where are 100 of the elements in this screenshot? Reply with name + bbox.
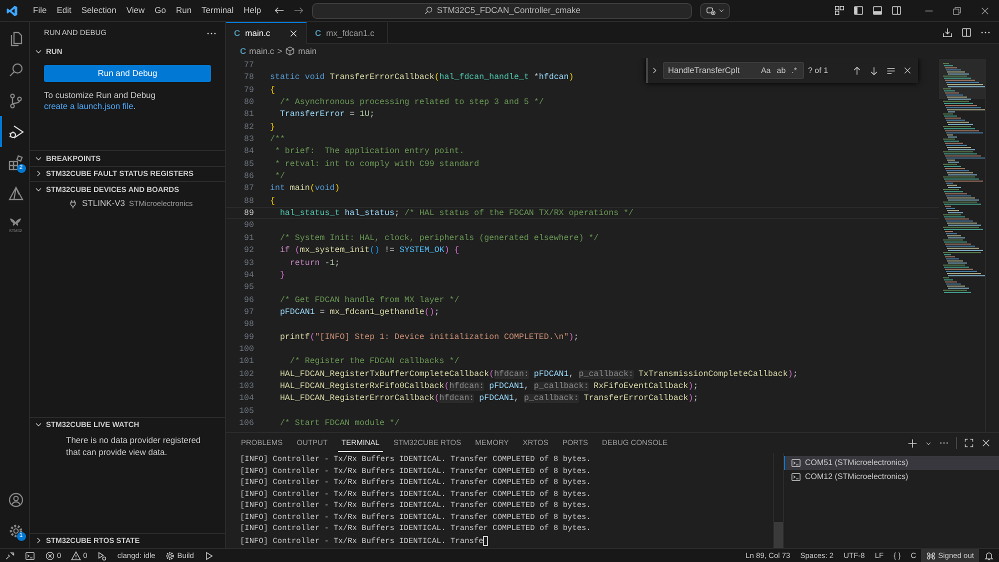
toggle-secondary-sidebar-icon[interactable] [891,5,902,16]
back-arrow-icon[interactable] [274,5,286,16]
find-in-selection-icon[interactable] [886,66,896,76]
code-line: /** [270,134,285,144]
plus-icon[interactable] [907,438,918,448]
accounts-icon[interactable] [926,550,936,560]
terminal-item[interactable]: COM12 (STMicroelectronics) [784,470,999,484]
source-control-icon[interactable] [8,92,24,108]
code-line: HAL_FDCAN_RegisterTxBufferCompleteCallback(hfdcan: pFDCAN1, p_callback: TxTransmissionCompleteCallback); [278,368,798,379]
error-icon[interactable] [45,550,55,560]
layout-icon[interactable] [834,5,845,16]
app-logo-icon [6,4,18,16]
match-count: ? of 1 [808,64,830,76]
download-icon[interactable] [942,27,953,38]
code-line: HAL_FDCAN_RegisterErrorCallback(hfdcan: pFDCAN1, p_callback: TransferErrorCallback); [278,393,698,404]
line-number: 96 [243,294,254,305]
c-file-icon: C [240,44,246,58]
close-icon[interactable] [903,66,912,75]
line-number: 84 [243,146,254,157]
editor-tab[interactable]: C mx_fdcan1.c [307,22,388,43]
toggle-sidebar-icon[interactable] [853,5,864,16]
extensions-icon[interactable] [8,154,24,170]
plug-icon [68,198,78,209]
c-file-icon: C [234,27,240,40]
menu-item[interactable]: Terminal [196,4,239,17]
pyramid-icon[interactable] [8,186,24,202]
find-option-toggle[interactable]: Aa [758,64,774,78]
breadcrumb-item[interactable]: main [298,44,317,58]
line-number: 105 [238,406,254,416]
line-number: 88 [243,196,254,206]
toggle-panel-icon[interactable] [872,5,883,16]
line-number: 81 [243,109,254,120]
find-option-toggle[interactable]: ab [774,64,789,78]
line-number: 87 [243,183,254,194]
line-number: 97 [243,306,254,318]
menu-item[interactable]: Edit [52,4,76,17]
menu-item[interactable]: Selection [76,4,122,17]
remote-icon[interactable] [5,550,15,560]
settings-icon[interactable] [8,522,24,538]
scrollbar-thumb[interactable] [774,522,783,548]
line-number: 90 [243,220,254,231]
editor-tab[interactable]: C main.c [226,22,307,44]
line-number: 99 [243,332,254,342]
play-icon[interactable] [204,550,214,560]
line-number: 85 [243,158,254,170]
search-icon[interactable] [8,62,24,78]
code-line: if (mx_system_init() != SYSTEM_OK) { [278,245,460,256]
close-icon[interactable] [981,438,991,448]
line-number: 86 [243,171,254,182]
terminal-item[interactable]: COM51 (STMicroelectronics) [784,456,999,470]
run-debug-icon[interactable] [8,124,24,140]
c-file-icon: C [315,26,322,40]
code-line: /* Start FDCAN module */ [278,418,400,428]
menu-item[interactable]: View [121,4,150,17]
command-center[interactable]: STM32C5_FDCAN_Controller_cmake [312,2,692,18]
previous-match-icon[interactable] [852,66,862,76]
close-icon[interactable] [980,6,990,16]
code-line: { [270,84,275,96]
account-icon[interactable] [8,492,24,508]
device-name[interactable]: STLINK-V3 [82,197,125,210]
debug-run-icon[interactable] [97,550,108,560]
breadcrumb-item[interactable]: main.c [249,44,274,58]
empty-message: There is no data provider registered that can provide view data. [65,434,202,458]
line-number: 104 [238,393,254,404]
chat-menu-button[interactable] [700,2,730,18]
menu-item[interactable]: File [28,4,52,17]
terminal-icon[interactable] [25,550,35,560]
cube-icon [285,46,296,56]
line-number: 100 [238,344,254,354]
terminal-icon [791,472,801,482]
restore-icon[interactable] [952,6,962,16]
warning-icon[interactable] [71,550,82,560]
code-line: /* Asynchronous processing related to step 3 and 5 */ [278,97,544,108]
launch-json-link[interactable]: create a launch.json file [44,101,134,111]
forward-arrow-icon[interactable] [293,5,304,16]
code-line: } [270,122,275,132]
code-line: hal_status_t hal_status; /* HAL status of the FDCAN TX/RX operations */ [278,208,634,218]
bell-icon[interactable] [984,550,994,560]
code-line: return -1; [288,258,340,268]
gear-icon[interactable] [165,550,176,560]
maximize-icon[interactable] [964,438,974,448]
code-line: * retval: int to comply with C99 standard [274,158,480,170]
line-number: 78 [243,72,254,83]
find-option-toggle[interactable]: .* [788,64,800,78]
next-match-icon[interactable] [869,66,879,76]
line-number: 101 [238,356,254,367]
menu-item[interactable]: Run [170,4,197,17]
line-number: 83 [243,134,254,144]
run-and-debug-button[interactable]: Run and Debug [44,64,211,82]
line-number: 95 [243,282,254,293]
line-number: 91 [243,232,254,244]
chevron-down-icon[interactable] [925,440,932,446]
menu-item[interactable]: Go [150,4,171,17]
split-editor-icon[interactable] [961,27,972,38]
terminal-icon [791,458,801,468]
butterfly-logo-icon[interactable] [9,216,22,229]
find-field[interactable]: HandleTransferCplt Aa ab .* [663,62,804,79]
line-number: 94 [243,270,254,280]
menu-item[interactable]: Help [238,4,266,17]
expand-replace-icon[interactable] [650,66,659,75]
